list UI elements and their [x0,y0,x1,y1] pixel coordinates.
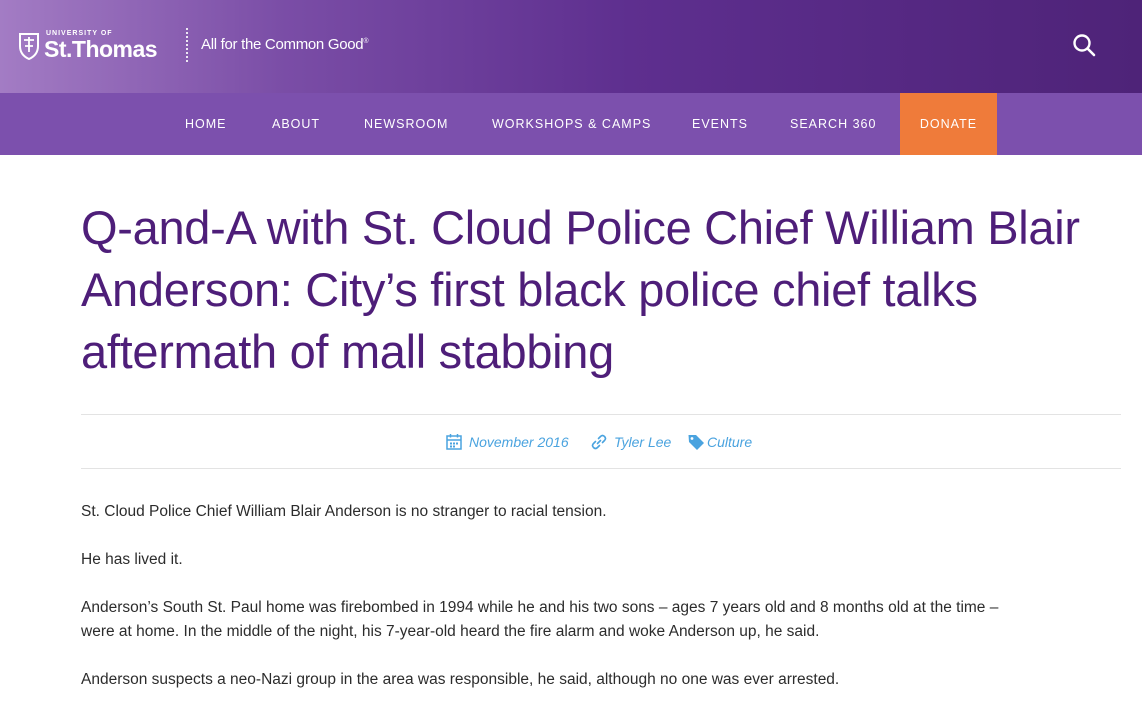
tagline-text: All for the Common Good [201,36,364,53]
paragraph-line: were at home. In the middle of the night… [81,623,820,640]
site-header: UNIVERSITY OF St.Thomas All for the Comm… [0,0,1142,93]
nav-item-about[interactable]: ABOUT [272,93,320,155]
nav-item-home[interactable]: HOME [185,93,227,155]
nav-item-workshops-camps[interactable]: WORKSHOPS & CAMPS [492,93,651,155]
article-paragraph: He has lived it. [81,551,183,568]
logo-divider [186,28,188,62]
article-paragraph: Anderson suspects a neo-Nazi group in th… [81,671,840,688]
article-date-link[interactable]: November 2016 [469,434,569,450]
article-author-link[interactable]: Tyler Lee [614,434,671,450]
tag-icon [688,435,704,450]
article-title: Q-and-A with St. Cloud Police Chief Will… [81,197,1101,383]
article-paragraph: Anderson’s South St. Paul home was fireb… [81,596,1121,644]
registered-mark: ® [363,38,369,45]
paragraph-line: Anderson’s South St. Paul home was fireb… [81,599,999,616]
article-title-line: aftermath of mall stabbing [81,325,614,378]
search-button[interactable] [1070,31,1098,59]
search-icon [1073,34,1096,57]
article-title-line: Q-and-A with St. Cloud Police Chief Will… [81,201,1080,254]
nav-item-events[interactable]: EVENTS [692,93,748,155]
tagline: All for the Common Good® [201,36,368,53]
calendar-icon [446,434,462,450]
article-title-line: Anderson: City’s first black police chie… [81,263,978,316]
logo-wordmark: St.Thomas [44,35,158,62]
nav-item-donate[interactable]: DONATE [900,93,997,155]
nav-item-newsroom[interactable]: NEWSROOM [364,93,448,155]
link-icon [591,434,607,450]
article-category-link[interactable]: Culture [707,434,752,450]
article-paragraph: St. Cloud Police Chief William Blair And… [81,503,607,520]
main-nav: HOME ABOUT NEWSROOM WORKSHOPS & CAMPS EV… [0,93,1142,155]
article-meta: November 2016 Tyler Lee Culture [81,414,1121,469]
crest-icon [19,33,39,60]
university-logo[interactable]: UNIVERSITY OF St.Thomas [18,28,158,62]
nav-item-search-360[interactable]: SEARCH 360 [790,93,876,155]
